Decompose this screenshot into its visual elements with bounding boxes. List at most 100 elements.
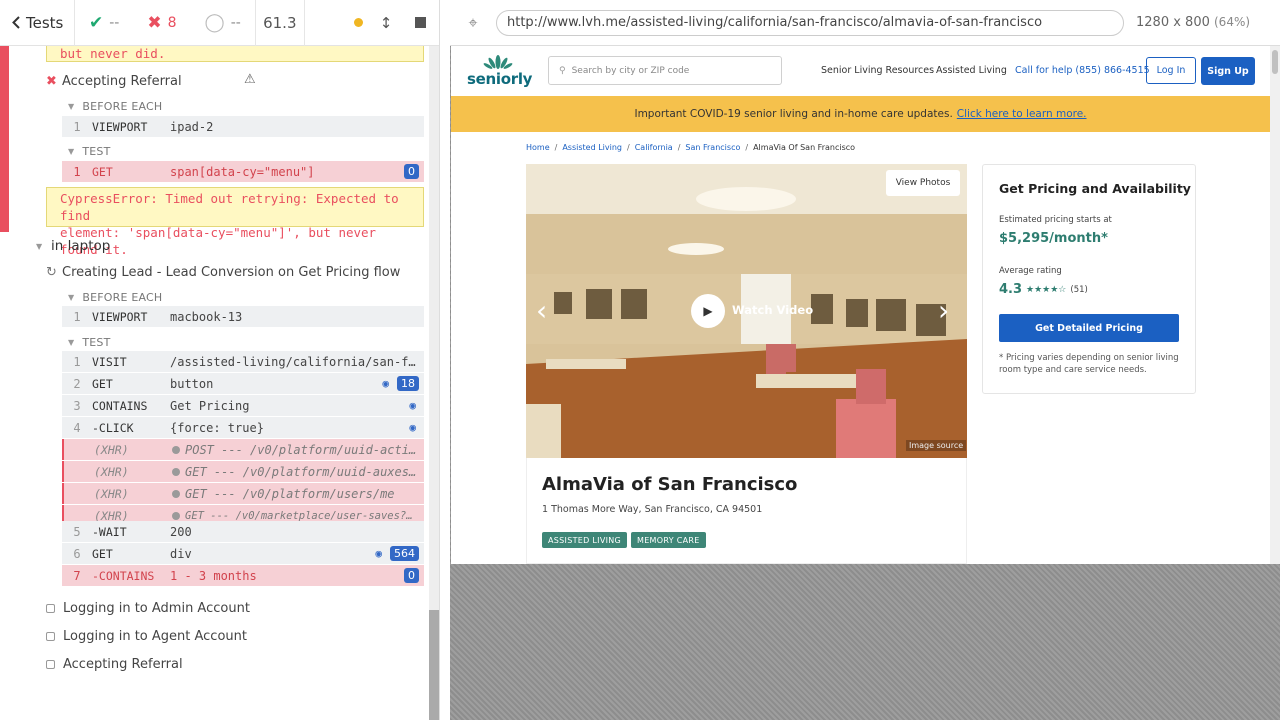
command-message: POST --- /v0/platform/uuid-acti...	[185, 442, 424, 457]
url-bar[interactable]: http://www.lvh.me/assisted-living/califo…	[496, 9, 1124, 36]
xhr-status-icon	[172, 511, 180, 520]
stop-icon[interactable]	[400, 0, 439, 46]
caret-down-icon: ▼	[68, 147, 75, 156]
nav-phone[interactable]: Call for help (855) 866-4515	[1015, 65, 1150, 76]
command-number: 3	[73, 398, 81, 413]
circle-icon: ◯	[204, 12, 225, 33]
test-title: Logging in to Agent Account	[63, 629, 247, 644]
test-accepting-referral[interactable]: ✖ Accepting Referral ⚠	[46, 72, 256, 89]
logo-text[interactable]: seniorly	[467, 70, 532, 88]
command-number: 5	[73, 524, 81, 539]
selector-playground-icon[interactable]: ⌖	[450, 13, 496, 33]
command-number: 4	[73, 420, 81, 435]
community-photo[interactable]: View Photos ‹ › ▶ Watch Video Image sour…	[526, 164, 967, 458]
command-name: -CONTAINS	[92, 568, 155, 583]
pending-icon	[46, 604, 55, 613]
tests-button[interactable]: Tests	[0, 0, 75, 46]
site-search-input[interactable]: ⚲ Search by city or ZIP code	[548, 56, 782, 85]
element-count-badge: 0	[404, 164, 419, 179]
command-viewport[interactable]: 1 VIEWPORT macbook-13	[62, 306, 424, 327]
test-pending[interactable]: Logging in to Admin Account	[46, 601, 250, 616]
viewport-info: 1280 x 800 (64%)	[1136, 15, 1250, 30]
suite-title: in laptop	[51, 238, 111, 254]
command-xhr[interactable]: (XHR) GET --- /v0/platform/uuid-auxes...	[62, 461, 424, 482]
command-get-failed[interactable]: 1 GET span[data-cy="menu"] 0	[62, 161, 424, 182]
command-xhr[interactable]: (XHR) POST --- /v0/platform/uuid-acti...	[62, 439, 424, 460]
test-title: Accepting Referral	[62, 74, 182, 89]
reporter-scrollbar[interactable]	[429, 46, 439, 720]
eye-slash-icon: ◉	[375, 547, 382, 560]
reporter-header: Tests ✔ -- ✖ 8 ◯ -- 61.3 ↕	[0, 0, 439, 46]
chevron-left-icon[interactable]: ‹	[536, 294, 547, 327]
rating-count: (51)	[1070, 284, 1088, 295]
element-count-badge: 0	[404, 568, 419, 583]
nav-assisted-living[interactable]: Assisted Living	[936, 65, 1007, 76]
pricing-title: Get Pricing and Availability	[999, 181, 1191, 196]
cypress-error-box[interactable]: CypressError: Timed out retrying: Expect…	[46, 187, 424, 257]
chevron-right-icon[interactable]: ›	[938, 294, 949, 327]
nav-senior-living-resources[interactable]: Senior Living Resources	[821, 65, 934, 76]
command-name: CONTAINS	[92, 398, 148, 413]
command-xhr[interactable]: (XHR) GET --- /v0/platform/users/me	[62, 483, 424, 504]
watch-video-label[interactable]: Watch Video	[732, 303, 813, 317]
caret-down-icon: ▼	[36, 241, 43, 251]
command-message: {force: true}	[170, 420, 264, 435]
breadcrumb-home[interactable]: Home	[526, 143, 550, 152]
command-message: button	[170, 376, 214, 391]
before-each-label: BEFORE EACH	[82, 291, 163, 304]
pricing-card: Get Pricing and Availability Estimated p…	[982, 164, 1196, 394]
test-title: Accepting Referral	[63, 657, 183, 672]
xhr-status-icon	[172, 489, 180, 498]
eye-slash-icon: ◉	[382, 377, 389, 390]
failed-suite-bar	[0, 46, 9, 232]
covid-text: Important COVID-19 senior living and in-…	[634, 108, 953, 120]
breadcrumb-san-francisco[interactable]: San Francisco	[685, 143, 740, 152]
command-click[interactable]: 4 -CLICK {force: true} ◉	[62, 417, 424, 438]
app-scrollbar[interactable]	[1270, 46, 1280, 564]
community-name: AlmaVia of San Francisco	[542, 474, 798, 495]
test-pending[interactable]: Logging in to Agent Account	[46, 629, 247, 644]
view-photos-button[interactable]: View Photos	[886, 170, 960, 196]
get-detailed-pricing-button[interactable]: Get Detailed Pricing	[999, 314, 1179, 342]
test-creating-lead[interactable]: ↻ Creating Lead - Lead Conversion on Get…	[46, 265, 400, 280]
command-number: 1	[73, 164, 81, 179]
rating-value: 4.3	[999, 282, 1023, 297]
passed-stat: ✔ --	[75, 13, 133, 33]
image-source-label[interactable]: Image source	[906, 440, 967, 451]
breadcrumb-assisted-living[interactable]: Assisted Living	[562, 143, 622, 152]
error-line: CypressError: Timed out retrying: Expect…	[60, 191, 399, 223]
fail-icon: ✖	[46, 74, 57, 89]
auto-scroll-icon[interactable]: ↕	[372, 0, 400, 46]
command-wait[interactable]: 5 -WAIT 200	[62, 521, 424, 542]
pending-stat: ◯ --	[191, 12, 255, 33]
command-number: 1	[73, 354, 81, 369]
breadcrumb-california[interactable]: California	[635, 143, 673, 152]
command-viewport[interactable]: 1 VIEWPORT ipad-2	[62, 116, 424, 137]
site-header: seniorly ⚲ Search by city or ZIP code Se…	[451, 46, 1270, 96]
eye-slash-icon: ◉	[409, 399, 416, 412]
command-get[interactable]: 6 GET div ◉ 564	[62, 543, 424, 564]
command-contains-failed[interactable]: 7 -CONTAINS 1 - 3 months 0	[62, 565, 424, 586]
viewport-size: 1280 x 800	[1136, 15, 1210, 30]
test-pending[interactable]: Accepting Referral	[46, 657, 183, 672]
signup-button[interactable]: Sign Up	[1201, 57, 1255, 85]
command-visit[interactable]: 1 VISIT /assisted-living/california/san-…	[62, 351, 424, 372]
test-header[interactable]: ▼ TEST	[68, 336, 111, 349]
suite-laptop[interactable]: ▼ in laptop	[36, 238, 110, 254]
covid-link[interactable]: Click here to learn more.	[957, 108, 1087, 120]
login-button[interactable]: Log In	[1146, 57, 1196, 84]
test-header[interactable]: ▼ TEST	[68, 145, 111, 158]
search-placeholder: Search by city or ZIP code	[571, 65, 690, 76]
command-get[interactable]: 2 GET button ◉ 18	[62, 373, 424, 394]
pending-icon	[46, 660, 55, 669]
pricing-note: * Pricing varies depending on senior liv…	[999, 353, 1179, 375]
breadcrumb: Home / Assisted Living / California / San F…	[526, 143, 856, 152]
command-contains[interactable]: 3 CONTAINS Get Pricing ◉	[62, 395, 424, 416]
before-each-header[interactable]: ▼ BEFORE EACH	[68, 100, 162, 113]
element-count-badge: 564	[390, 546, 419, 561]
pricing-value: $5,295/month*	[999, 231, 1108, 246]
before-each-header[interactable]: ▼ BEFORE EACH	[68, 291, 162, 304]
xhr-status-icon	[172, 445, 180, 454]
command-name: -CLICK	[92, 420, 134, 435]
play-icon[interactable]: ▶	[691, 294, 725, 328]
